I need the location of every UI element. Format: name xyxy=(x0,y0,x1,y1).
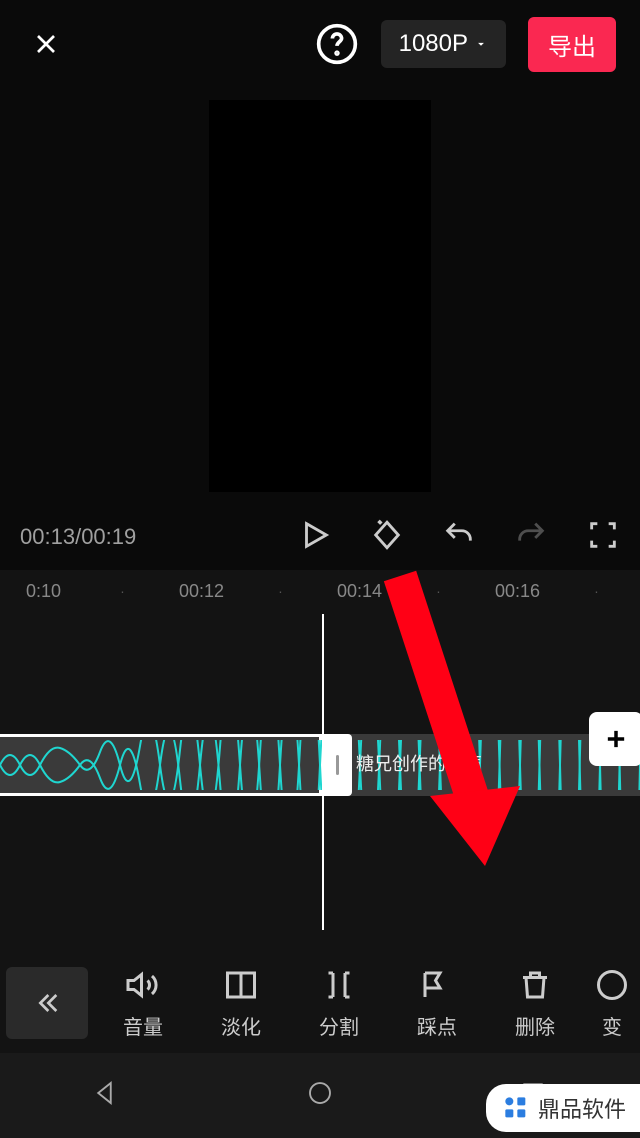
watermark-logo-icon xyxy=(500,1092,532,1124)
time-ruler: 0:10 · 00:12 · 00:14 · 00:16 · xyxy=(0,570,640,612)
nav-back-button[interactable] xyxy=(92,1078,122,1113)
undo-button[interactable] xyxy=(442,518,476,557)
resolution-button[interactable]: 1080P xyxy=(381,20,506,68)
clip-handle[interactable] xyxy=(322,734,352,796)
tool-split[interactable]: 分割 xyxy=(290,967,388,1040)
close-button[interactable] xyxy=(24,22,68,66)
redo-button[interactable] xyxy=(514,518,548,557)
waveform-icon xyxy=(0,740,640,790)
preview-area[interactable] xyxy=(0,88,640,504)
preview-frame xyxy=(209,100,431,492)
tool-beat[interactable]: 踩点 xyxy=(388,967,486,1040)
keyframe-button[interactable] xyxy=(370,518,404,557)
playhead[interactable] xyxy=(322,614,324,930)
add-clip-button[interactable] xyxy=(589,712,640,766)
export-button[interactable]: 导出 xyxy=(528,17,616,72)
watermark: 鼎品软件 xyxy=(486,1084,640,1132)
export-label: 导出 xyxy=(548,34,596,61)
audio-label: 糖兄创作的原声 xyxy=(356,750,482,776)
back-button[interactable] xyxy=(6,967,88,1039)
play-button[interactable] xyxy=(298,518,332,557)
timeline[interactable]: 0:10 · 00:12 · 00:14 · 00:16 · 糖兄创作的原声 xyxy=(0,570,640,978)
resolution-label: 1080P xyxy=(399,30,468,58)
watermark-text: 鼎品软件 xyxy=(538,1092,626,1124)
tool-volume[interactable]: 音量 xyxy=(94,967,192,1040)
tool-delete[interactable]: 删除 xyxy=(486,967,584,1040)
fullscreen-button[interactable] xyxy=(586,518,620,557)
tool-fade[interactable]: 淡化 xyxy=(192,967,290,1040)
time-display: 00:13/00:19 xyxy=(20,524,268,550)
tool-transform[interactable]: 变 xyxy=(584,967,640,1040)
nav-home-button[interactable] xyxy=(305,1078,335,1113)
help-button[interactable] xyxy=(315,22,359,66)
